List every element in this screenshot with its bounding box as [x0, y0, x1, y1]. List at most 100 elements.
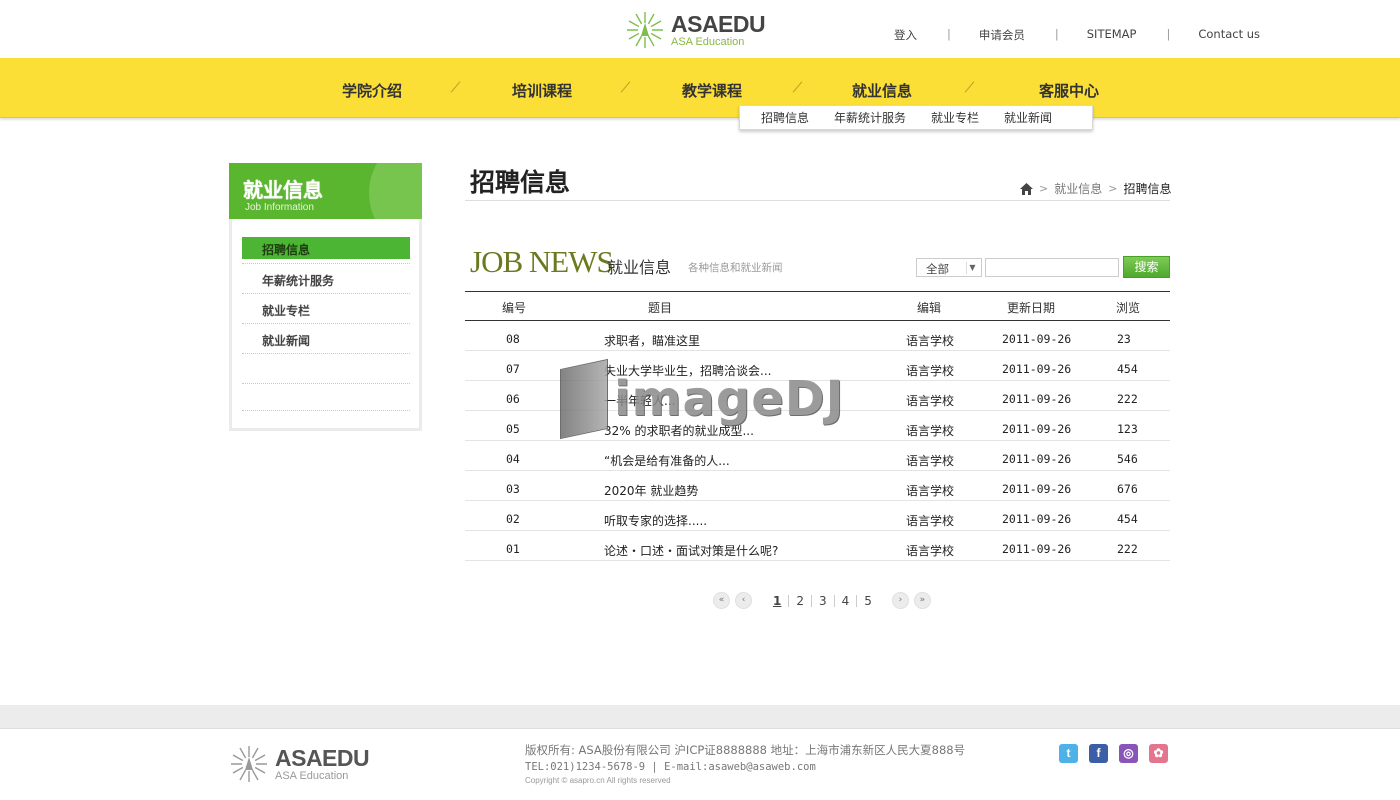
facebook-icon[interactable]: f	[1089, 744, 1108, 763]
row-num: 07	[506, 362, 520, 376]
row-title[interactable]: 论述・口述・面试对策是什么呢?	[604, 542, 778, 559]
nav-item-courses[interactable]: 教学课程	[682, 80, 742, 101]
nav-divider	[790, 80, 804, 94]
row-title[interactable]: 32% 的求职者的就业成型...	[604, 422, 754, 439]
submenu-item-recruit[interactable]: 招聘信息	[761, 109, 809, 126]
row-editor: 语言学校	[906, 364, 955, 378]
row-views: 222	[1117, 542, 1138, 556]
last-page-button[interactable]: »	[913, 592, 931, 609]
sidebar-item-column[interactable]: 就业专栏	[242, 293, 410, 323]
table-body: 08 求职者，瞄准这里 语言学校 2011-09-26 23 07 失业大学毕业生，招聘洽谈…	[465, 321, 1170, 561]
nav-item-training[interactable]: 培训课程	[512, 80, 572, 101]
page-divider	[833, 594, 835, 607]
row-title[interactable]: “机会是给有准备的人...	[604, 452, 730, 469]
row-title[interactable]: 听取专家的选择.....	[604, 512, 707, 529]
logo-sunburst-icon	[231, 746, 267, 782]
row-editor: 语言学校	[906, 514, 955, 528]
footer-band	[0, 705, 1400, 729]
site-header: ASAEDU ASA Education 登入 | 申请会员 | SITEMAP…	[0, 0, 1400, 58]
table-row[interactable]: 03 2020年 就业趋势 语言学校 2011-09-26 676	[465, 471, 1170, 501]
logo-sunburst-icon	[627, 12, 663, 48]
row-num: 02	[506, 512, 520, 526]
table-row[interactable]: 05 32% 的求职者的就业成型... 语言学校 2011-09-26 123	[465, 411, 1170, 441]
page-divider	[788, 594, 790, 607]
col-header-num: 编号	[502, 301, 527, 315]
sidebar-empty-row	[242, 353, 410, 383]
col-header-editor: 编辑	[917, 301, 942, 315]
page-4[interactable]: 4	[842, 594, 850, 608]
twitter-icon[interactable]: t	[1059, 744, 1078, 763]
flickr-icon[interactable]: ✿	[1149, 744, 1168, 763]
row-date: 2011-09-26	[1002, 362, 1072, 376]
row-title[interactable]: 求职者，瞄准这里	[604, 332, 700, 349]
nav-item-jobs[interactable]: 就业信息	[852, 80, 912, 101]
nav-item-service[interactable]: 客服中心	[1039, 80, 1099, 101]
nav-item-about[interactable]: 学院介绍	[342, 80, 402, 101]
category-select[interactable]: 全部 ▼	[916, 258, 982, 277]
submenu-item-column[interactable]: 就业专栏	[931, 109, 979, 126]
footer-contact: TEL:021)1234-5678-9 | E-mail:asaweb@asaw…	[525, 761, 816, 773]
search-button[interactable]: 搜索	[1123, 256, 1170, 278]
next-page-button[interactable]: ›	[891, 592, 909, 609]
row-editor: 语言学校	[906, 544, 955, 558]
row-editor: 语言学校	[906, 454, 955, 468]
podcast-icon[interactable]: ◎	[1119, 744, 1138, 763]
row-date: 2011-09-26	[1002, 332, 1072, 346]
page-2[interactable]: 2	[796, 594, 804, 608]
table-row[interactable]: 04 “机会是给有准备的人... 语言学校 2011-09-26 546	[465, 441, 1170, 471]
login-link[interactable]: 登入	[894, 27, 917, 43]
col-header-title: 题目	[648, 301, 673, 315]
table-row[interactable]: 07 失业大学毕业生，招聘洽谈会... 语言学校 2011-09-26 454	[465, 351, 1170, 381]
col-header-date: 更新日期	[1007, 301, 1056, 315]
sidebar-header-decoration	[369, 163, 422, 219]
submenu-item-salary[interactable]: 年薪统计服务	[834, 109, 906, 126]
page-3[interactable]: 3	[819, 594, 827, 608]
table-row[interactable]: 06 一半年轻人... 语言学校 2011-09-26 222	[465, 381, 1170, 411]
sidebar: 就业信息 Job Information 招聘信息 年薪统计服务 就业专栏 就业…	[229, 163, 422, 431]
site-logo[interactable]: ASAEDU ASA Education	[625, 10, 766, 50]
prev-page-button[interactable]: ‹	[735, 592, 752, 609]
table-row[interactable]: 02 听取专家的选择..... 语言学校 2011-09-26 454	[465, 501, 1170, 531]
sidebar-subtitle: Job Information	[245, 202, 314, 213]
row-date: 2011-09-26	[1002, 542, 1072, 556]
sidebar-item-label: 就业专栏	[262, 304, 311, 318]
page-divider	[856, 594, 858, 607]
page-1[interactable]: 1	[773, 594, 781, 608]
main-nav: 学院介绍 培训课程 教学课程 就业信息 客服中心	[0, 58, 1400, 118]
row-date: 2011-09-26	[1002, 392, 1072, 406]
breadcrumb-jobs[interactable]: 就业信息	[1054, 180, 1102, 197]
sidebar-header: 就业信息 Job Information	[229, 163, 422, 219]
sitemap-link[interactable]: SITEMAP	[1087, 27, 1137, 43]
row-views: 454	[1117, 362, 1138, 376]
home-icon[interactable]	[1020, 182, 1033, 195]
contact-link[interactable]: Contact us	[1198, 27, 1260, 43]
nav-divider	[618, 80, 632, 94]
category-select-value: 全部	[926, 262, 949, 276]
pagination: « ‹ 1 2 3 4 5 › »	[713, 592, 931, 609]
sidebar-item-salary[interactable]: 年薪统计服务	[242, 263, 410, 293]
footer-logo-subtitle: ASA Education	[275, 769, 349, 782]
row-date: 2011-09-26	[1002, 512, 1072, 526]
top-link-divider: |	[1166, 27, 1171, 41]
social-links: t f ◎ ✿	[1059, 744, 1179, 763]
row-title[interactable]: 一半年轻人...	[604, 392, 675, 409]
first-page-button[interactable]: «	[713, 592, 730, 609]
sidebar-item-news[interactable]: 就业新闻	[242, 323, 410, 353]
table-row[interactable]: 01 论述・口述・面试对策是什么呢? 语言学校 2011-09-26 222	[465, 531, 1170, 561]
chevron-right-icon: >	[1039, 182, 1049, 195]
footer-copyright: Copyright © asapro.cn All rights reserve…	[525, 776, 671, 785]
chevron-right-icon: >	[1108, 182, 1118, 195]
top-link-divider: |	[1054, 27, 1059, 41]
section-title-cn: 就业信息	[607, 258, 672, 277]
job-table: 编号 题目 编辑 更新日期 浏览 08 求职者，瞄准这里 语言学校 2011-09-2…	[465, 291, 1170, 561]
title-divider	[465, 200, 1170, 201]
page-5[interactable]: 5	[864, 594, 872, 608]
sidebar-item-recruit[interactable]: 招聘信息	[242, 237, 410, 259]
row-title[interactable]: 2020年 就业趋势	[604, 482, 698, 499]
row-title[interactable]: 失业大学毕业生，招聘洽谈会...	[604, 362, 771, 379]
register-link[interactable]: 申请会员	[979, 27, 1025, 43]
search-input[interactable]	[985, 258, 1119, 277]
row-views: 123	[1117, 422, 1138, 436]
table-row[interactable]: 08 求职者，瞄准这里 语言学校 2011-09-26 23	[465, 321, 1170, 351]
submenu-item-news[interactable]: 就业新闻	[1004, 109, 1052, 126]
